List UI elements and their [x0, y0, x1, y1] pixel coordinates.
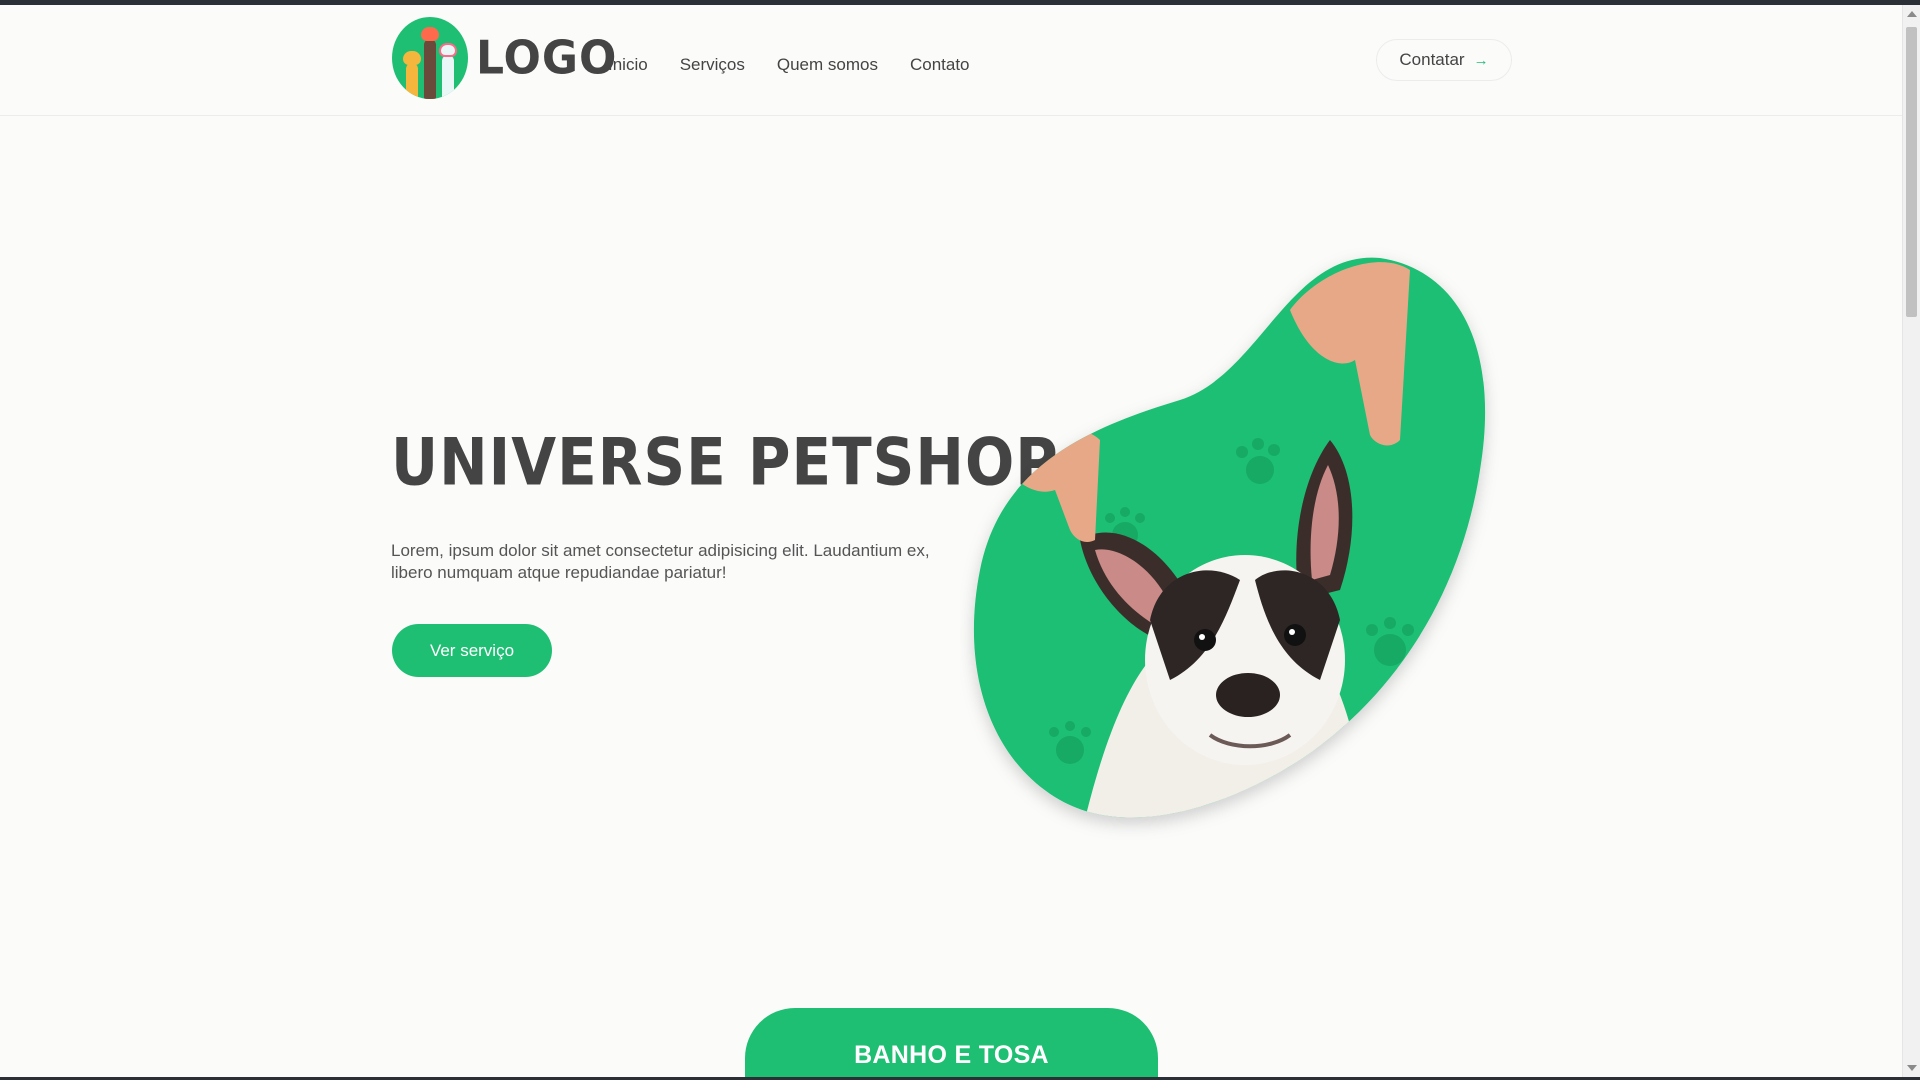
site-header: LOGO Inicio Serviços Quem somos Contato …: [0, 5, 1902, 116]
scrollbar-thumb[interactable]: [1906, 27, 1917, 317]
service-card-title: BANHO E TOSA: [854, 1041, 1049, 1069]
hero-text: Lorem, ipsum dolor sit amet consectetur …: [391, 541, 930, 582]
nav-item-quem-somos[interactable]: Quem somos: [777, 55, 878, 75]
dog-illustration: [973, 257, 1486, 818]
page-scrollbar[interactable]: [1902, 5, 1920, 1077]
nav-item-inicio[interactable]: Inicio: [608, 55, 648, 75]
service-card-banho-e-tosa[interactable]: BANHO E TOSA: [745, 1008, 1158, 1080]
main-nav: Inicio Serviços Quem somos Contato: [608, 55, 970, 75]
logo[interactable]: LOGO: [392, 17, 617, 99]
hero-title: UNIVERSE PETSHOP: [391, 424, 1059, 501]
paw-logo-icon: [392, 17, 468, 99]
nav-item-servicos[interactable]: Serviços: [680, 55, 745, 75]
hero-image: [960, 240, 1500, 840]
view-service-button[interactable]: Ver serviço: [392, 624, 552, 677]
contact-button-label: Contatar: [1399, 50, 1465, 69]
logo-text: LOGO: [476, 31, 618, 85]
nav-item-contato[interactable]: Contato: [910, 55, 970, 75]
contact-button[interactable]: Contatar →: [1376, 39, 1512, 81]
scroll-up-icon[interactable]: [1907, 11, 1917, 17]
scroll-down-icon[interactable]: [1907, 1065, 1917, 1071]
arrow-right-icon: →: [1473, 51, 1489, 69]
